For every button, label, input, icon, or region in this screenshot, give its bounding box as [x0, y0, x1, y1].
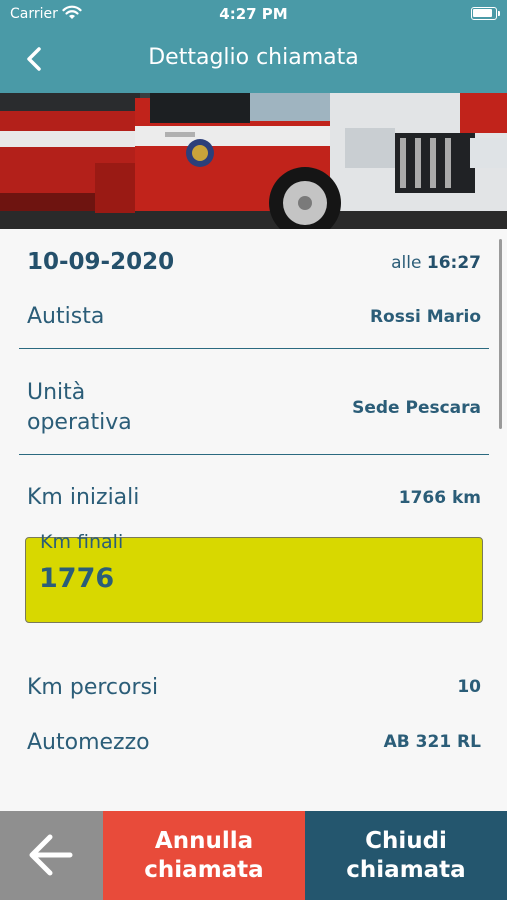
km-travelled-value: 10 [457, 677, 481, 697]
status-time: 4:27 PM [219, 5, 288, 23]
arrow-left-icon [29, 834, 73, 876]
call-time-prefix: alle [391, 253, 422, 273]
vehicle-value: AB 321 RL [383, 732, 481, 752]
driver-label: Autista [27, 304, 105, 329]
close-call-button[interactable]: Chiudi chiamata [305, 811, 507, 900]
cancel-call-button[interactable]: Annulla chiamata [103, 811, 305, 900]
unit-value: Sede Pescara [352, 398, 481, 418]
back-arrow-button[interactable] [0, 811, 103, 900]
km-travelled-label: Km percorsi [27, 675, 159, 700]
divider [19, 454, 489, 455]
action-bar: Annulla chiamata Chiudi chiamata [0, 811, 507, 900]
vehicle-label: Automezzo [27, 730, 150, 755]
driver-value: Rossi Mario [369, 307, 481, 327]
scrollbar[interactable] [499, 239, 502, 429]
km-end-input[interactable]: 1776 [39, 563, 114, 594]
km-start-label: Km iniziali [27, 485, 140, 510]
km-start-value: 1766 km [398, 488, 481, 508]
divider [19, 348, 489, 349]
unit-label: Unità operativa [27, 380, 132, 435]
vehicle-photo [0, 93, 507, 229]
app-header: Carrier 4:27 PM Dettaglio chiamata [0, 0, 507, 93]
call-time: alle 16:27 [391, 253, 481, 273]
battery-icon [471, 7, 500, 20]
km-end-label: Km finali [40, 531, 124, 553]
status-bar: Carrier 4:27 PM [0, 0, 507, 30]
call-time-value: 16:27 [426, 253, 481, 273]
page-title: Dettaglio chiamata [148, 45, 359, 70]
call-date: 10-09-2020 [27, 249, 175, 275]
